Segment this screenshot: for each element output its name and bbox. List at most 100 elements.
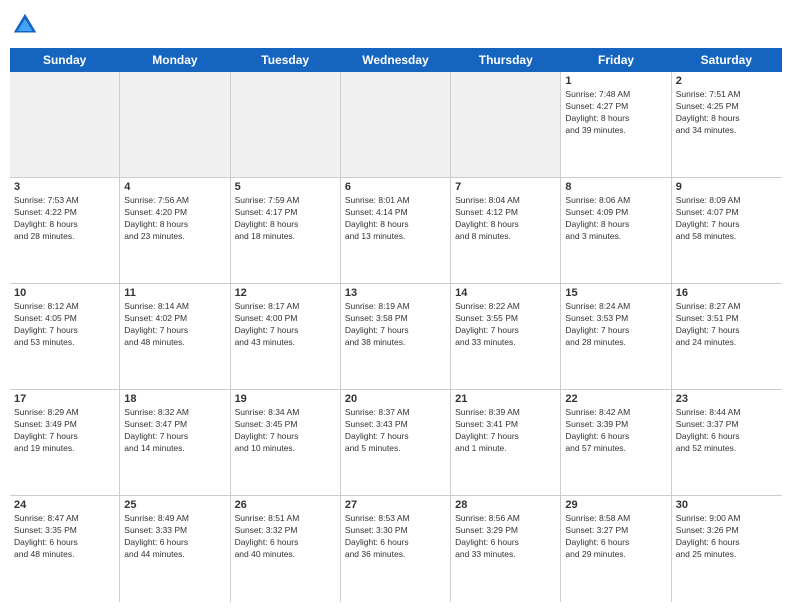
day-number: 18	[124, 393, 225, 405]
day-info: Sunrise: 8:17 AM Sunset: 4:00 PM Dayligh…	[235, 301, 336, 349]
day-info: Sunrise: 8:39 AM Sunset: 3:41 PM Dayligh…	[455, 407, 556, 455]
day-info: Sunrise: 8:09 AM Sunset: 4:07 PM Dayligh…	[676, 195, 778, 243]
calendar-cell: 6 Sunrise: 8:01 AM Sunset: 4:14 PM Daylig…	[341, 178, 451, 283]
calendar-cell: 9 Sunrise: 8:09 AM Sunset: 4:07 PM Daylig…	[672, 178, 782, 283]
calendar-cell: 29 Sunrise: 8:58 AM Sunset: 3:27 PM Dayli…	[561, 496, 671, 602]
day-number: 13	[345, 287, 446, 299]
day-info: Sunrise: 8:58 AM Sunset: 3:27 PM Dayligh…	[565, 513, 666, 561]
day-number: 30	[676, 499, 778, 511]
calendar-cell: 8 Sunrise: 8:06 AM Sunset: 4:09 PM Daylig…	[561, 178, 671, 283]
day-number: 3	[14, 181, 115, 193]
calendar-cell: 10 Sunrise: 8:12 AM Sunset: 4:05 PM Dayli…	[10, 284, 120, 389]
day-number: 15	[565, 287, 666, 299]
calendar-cell: 2 Sunrise: 7:51 AM Sunset: 4:25 PM Daylig…	[672, 72, 782, 177]
day-info: Sunrise: 8:51 AM Sunset: 3:32 PM Dayligh…	[235, 513, 336, 561]
day-info: Sunrise: 8:37 AM Sunset: 3:43 PM Dayligh…	[345, 407, 446, 455]
calendar-header-cell: Saturday	[672, 48, 782, 72]
calendar-row: 17 Sunrise: 8:29 AM Sunset: 3:49 PM Dayli…	[10, 390, 782, 496]
calendar-row: 10 Sunrise: 8:12 AM Sunset: 4:05 PM Dayli…	[10, 284, 782, 390]
day-number: 16	[676, 287, 778, 299]
calendar-cell: 4 Sunrise: 7:56 AM Sunset: 4:20 PM Daylig…	[120, 178, 230, 283]
calendar-header-cell: Wednesday	[341, 48, 451, 72]
day-number: 17	[14, 393, 115, 405]
day-info: Sunrise: 7:53 AM Sunset: 4:22 PM Dayligh…	[14, 195, 115, 243]
day-info: Sunrise: 8:01 AM Sunset: 4:14 PM Dayligh…	[345, 195, 446, 243]
calendar-cell: 13 Sunrise: 8:19 AM Sunset: 3:58 PM Dayli…	[341, 284, 451, 389]
calendar-cell: 27 Sunrise: 8:53 AM Sunset: 3:30 PM Dayli…	[341, 496, 451, 602]
day-number: 10	[14, 287, 115, 299]
day-number: 25	[124, 499, 225, 511]
calendar-cell: 15 Sunrise: 8:24 AM Sunset: 3:53 PM Dayli…	[561, 284, 671, 389]
day-number: 26	[235, 499, 336, 511]
calendar-header-cell: Sunday	[10, 48, 120, 72]
calendar-cell: 23 Sunrise: 8:44 AM Sunset: 3:37 PM Dayli…	[672, 390, 782, 495]
day-info: Sunrise: 7:51 AM Sunset: 4:25 PM Dayligh…	[676, 89, 778, 137]
day-number: 9	[676, 181, 778, 193]
day-number: 1	[565, 75, 666, 87]
calendar-cell: 30 Sunrise: 9:00 AM Sunset: 3:26 PM Dayli…	[672, 496, 782, 602]
day-info: Sunrise: 8:12 AM Sunset: 4:05 PM Dayligh…	[14, 301, 115, 349]
calendar-cell: 14 Sunrise: 8:22 AM Sunset: 3:55 PM Dayli…	[451, 284, 561, 389]
calendar-header-cell: Monday	[120, 48, 230, 72]
calendar-header-cell: Tuesday	[231, 48, 341, 72]
logo-icon	[10, 10, 40, 40]
page: SundayMondayTuesdayWednesdayThursdayFrid…	[0, 0, 792, 612]
calendar-row: 24Sunrise: 8:47 AM Sunset: 3:35 PM Dayli…	[10, 496, 782, 602]
calendar-cell: 26 Sunrise: 8:51 AM Sunset: 3:32 PM Dayli…	[231, 496, 341, 602]
day-number: 6	[345, 181, 446, 193]
header	[10, 10, 782, 40]
calendar-cell	[341, 72, 451, 177]
day-number: 2	[676, 75, 778, 87]
day-info: Sunrise: 8:24 AM Sunset: 3:53 PM Dayligh…	[565, 301, 666, 349]
calendar-cell: 25 Sunrise: 8:49 AM Sunset: 3:33 PM Dayli…	[120, 496, 230, 602]
calendar-cell	[10, 72, 120, 177]
day-info: Sunrise: 8:49 AM Sunset: 3:33 PM Dayligh…	[124, 513, 225, 561]
calendar-cell: 5Sunrise: 7:59 AM Sunset: 4:17 PM Daylig…	[231, 178, 341, 283]
calendar-cell: 28 Sunrise: 8:56 AM Sunset: 3:29 PM Dayli…	[451, 496, 561, 602]
day-info: Sunrise: 9:00 AM Sunset: 3:26 PM Dayligh…	[676, 513, 778, 561]
day-number: 11	[124, 287, 225, 299]
day-info: Sunrise: 8:06 AM Sunset: 4:09 PM Dayligh…	[565, 195, 666, 243]
calendar-row: 3 Sunrise: 7:53 AM Sunset: 4:22 PM Daylig…	[10, 178, 782, 284]
calendar-row: 1 Sunrise: 7:48 AM Sunset: 4:27 PM Daylig…	[10, 72, 782, 178]
calendar-body: 1 Sunrise: 7:48 AM Sunset: 4:27 PM Daylig…	[10, 72, 782, 602]
day-info: Sunrise: 8:56 AM Sunset: 3:29 PM Dayligh…	[455, 513, 556, 561]
calendar-cell: 17 Sunrise: 8:29 AM Sunset: 3:49 PM Dayli…	[10, 390, 120, 495]
day-number: 21	[455, 393, 556, 405]
day-info: Sunrise: 8:14 AM Sunset: 4:02 PM Dayligh…	[124, 301, 225, 349]
day-number: 14	[455, 287, 556, 299]
day-number: 12	[235, 287, 336, 299]
day-number: 7	[455, 181, 556, 193]
day-info: Sunrise: 7:48 AM Sunset: 4:27 PM Dayligh…	[565, 89, 666, 137]
calendar: SundayMondayTuesdayWednesdayThursdayFrid…	[10, 48, 782, 602]
day-number: 28	[455, 499, 556, 511]
calendar-cell: 1 Sunrise: 7:48 AM Sunset: 4:27 PM Daylig…	[561, 72, 671, 177]
day-info: Sunrise: 8:22 AM Sunset: 3:55 PM Dayligh…	[455, 301, 556, 349]
day-info: Sunrise: 8:42 AM Sunset: 3:39 PM Dayligh…	[565, 407, 666, 455]
calendar-cell: 3 Sunrise: 7:53 AM Sunset: 4:22 PM Daylig…	[10, 178, 120, 283]
day-info: Sunrise: 8:04 AM Sunset: 4:12 PM Dayligh…	[455, 195, 556, 243]
day-number: 23	[676, 393, 778, 405]
calendar-cell: 20Sunrise: 8:37 AM Sunset: 3:43 PM Dayli…	[341, 390, 451, 495]
logo	[10, 10, 44, 40]
day-info: Sunrise: 8:19 AM Sunset: 3:58 PM Dayligh…	[345, 301, 446, 349]
day-info: Sunrise: 8:44 AM Sunset: 3:37 PM Dayligh…	[676, 407, 778, 455]
calendar-cell: 16 Sunrise: 8:27 AM Sunset: 3:51 PM Dayli…	[672, 284, 782, 389]
day-info: Sunrise: 8:53 AM Sunset: 3:30 PM Dayligh…	[345, 513, 446, 561]
day-number: 29	[565, 499, 666, 511]
calendar-cell	[231, 72, 341, 177]
calendar-header: SundayMondayTuesdayWednesdayThursdayFrid…	[10, 48, 782, 72]
day-info: Sunrise: 8:29 AM Sunset: 3:49 PM Dayligh…	[14, 407, 115, 455]
calendar-cell: 22 Sunrise: 8:42 AM Sunset: 3:39 PM Dayli…	[561, 390, 671, 495]
day-number: 27	[345, 499, 446, 511]
calendar-cell: 7 Sunrise: 8:04 AM Sunset: 4:12 PM Daylig…	[451, 178, 561, 283]
day-info: Sunrise: 8:47 AM Sunset: 3:35 PM Dayligh…	[14, 513, 115, 561]
day-number: 22	[565, 393, 666, 405]
calendar-cell: 12 Sunrise: 8:17 AM Sunset: 4:00 PM Dayli…	[231, 284, 341, 389]
day-number: 4	[124, 181, 225, 193]
calendar-header-cell: Thursday	[451, 48, 561, 72]
day-info: Sunrise: 8:27 AM Sunset: 3:51 PM Dayligh…	[676, 301, 778, 349]
day-number: 8	[565, 181, 666, 193]
day-info: Sunrise: 7:56 AM Sunset: 4:20 PM Dayligh…	[124, 195, 225, 243]
day-number: 5	[235, 181, 336, 193]
